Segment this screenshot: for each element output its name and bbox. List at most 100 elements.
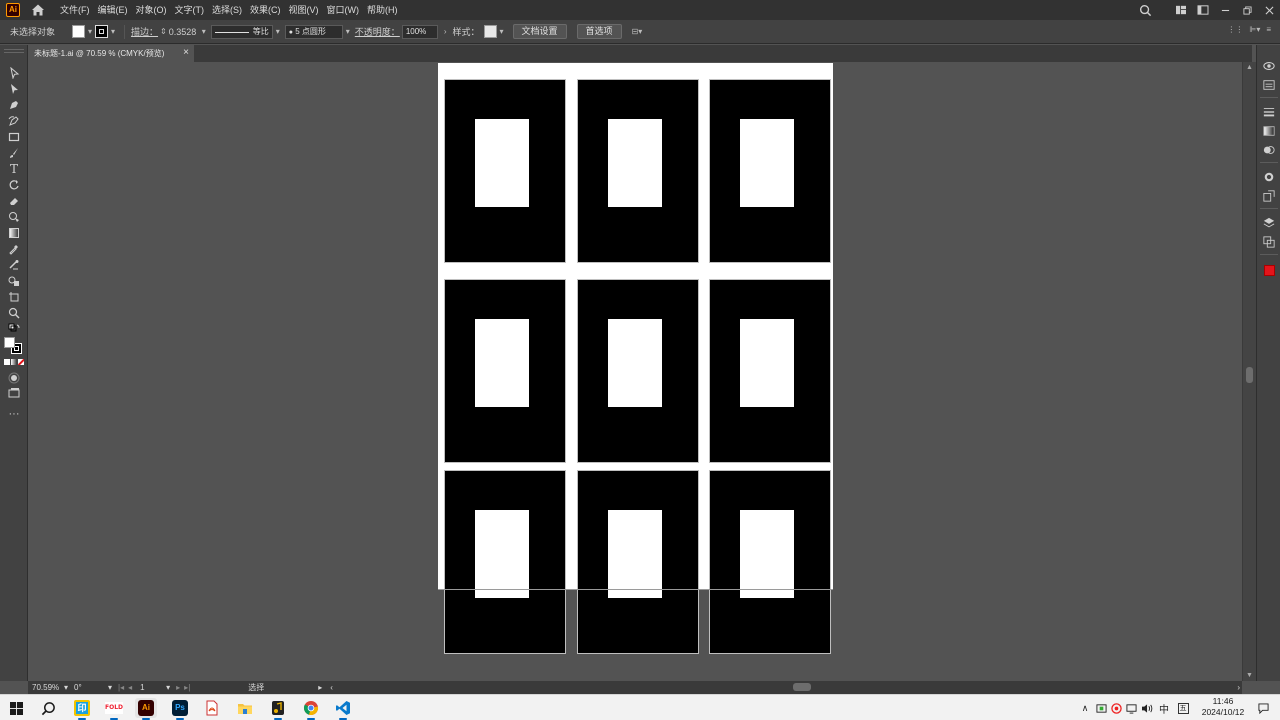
black-frame-tile[interactable] — [444, 79, 566, 263]
white-inner-rectangle[interactable] — [740, 119, 794, 207]
color-mode-icon[interactable] — [4, 359, 10, 365]
music-app-icon[interactable] — [267, 698, 289, 720]
tab-close-button[interactable]: × — [183, 47, 189, 58]
graphic-style-swatch[interactable] — [483, 25, 497, 38]
eraser-tool-icon[interactable] — [6, 194, 22, 208]
chevron-right-icon[interactable]: › — [444, 27, 447, 36]
screen-mode-icon[interactable] — [6, 386, 22, 400]
notification-icon[interactable] — [1254, 698, 1272, 718]
chevron-down-icon[interactable]: ▾ — [88, 27, 92, 36]
artboard-tool-icon[interactable] — [6, 290, 22, 304]
ime-language-indicator[interactable]: 中 — [1156, 698, 1172, 718]
zoom-tool-icon[interactable] — [6, 306, 22, 320]
zoom-level-field[interactable]: 70.59% — [32, 683, 64, 692]
arrange-documents-icon[interactable] — [1170, 0, 1192, 20]
transparency-panel-icon[interactable] — [1262, 143, 1276, 157]
black-frame-tile[interactable] — [709, 79, 831, 263]
hamburger-icon[interactable]: ≡ — [1266, 25, 1271, 34]
status-menu-icon[interactable]: ▸ — [318, 683, 322, 692]
menu-file[interactable]: 文件(F) — [56, 0, 94, 20]
preferences-button[interactable]: 首选项 — [576, 24, 622, 39]
asset-export-icon[interactable] — [1262, 189, 1276, 203]
last-artboard-icon[interactable]: ▸| — [184, 683, 190, 692]
gradient-panel-icon[interactable] — [1262, 124, 1276, 138]
white-inner-rectangle[interactable] — [740, 319, 794, 407]
chevron-down-icon[interactable]: ▾ — [166, 683, 170, 692]
fold-app-icon[interactable]: FOLD — [103, 698, 125, 720]
artboard-number-field[interactable]: 1 — [140, 683, 166, 692]
pdf-reader-icon[interactable] — [201, 698, 223, 718]
scroll-right-icon[interactable]: › — [1237, 683, 1240, 692]
tray-expand-icon[interactable]: ∧ — [1077, 698, 1093, 718]
black-frame-tile[interactable] — [709, 279, 831, 463]
menu-type[interactable]: 文字(T) — [171, 0, 209, 20]
shape-builder-tool-icon[interactable] — [6, 210, 22, 224]
black-frame-tile[interactable] — [709, 470, 831, 654]
black-frame-tile[interactable] — [444, 279, 566, 463]
scroll-left-icon[interactable]: ‹ — [330, 683, 333, 692]
swatch-library-icon[interactable] — [1262, 263, 1276, 277]
eyedropper-tool-icon[interactable] — [6, 242, 22, 256]
menu-select[interactable]: 选择(S) — [208, 0, 246, 20]
vertical-scroll-thumb[interactable] — [1246, 367, 1253, 383]
layers-panel-icon[interactable] — [1262, 216, 1276, 230]
align-options-icon[interactable]: ⊟▾ — [632, 27, 643, 36]
file-explorer-icon[interactable] — [234, 698, 256, 718]
type-tool-icon[interactable]: T — [6, 162, 22, 176]
opacity-label[interactable]: 不透明度： — [355, 25, 400, 38]
cc-libraries-icon[interactable] — [1262, 59, 1276, 73]
none-mode-icon[interactable] — [18, 359, 24, 365]
menu-edit[interactable]: 编辑(E) — [94, 0, 132, 20]
panel-menu-icon[interactable]: ⊫▾ — [1249, 25, 1260, 34]
first-artboard-icon[interactable]: |◂ — [118, 683, 124, 692]
menu-help[interactable]: 帮助(H) — [363, 0, 402, 20]
arrange-icon[interactable]: ⋮⋮ — [1227, 25, 1243, 34]
rotation-field[interactable]: 0° — [74, 683, 108, 692]
appearance-panel-icon[interactable] — [1262, 170, 1276, 184]
fill-swatch[interactable] — [72, 25, 85, 38]
black-frame-tile[interactable] — [577, 79, 699, 263]
curvature-tool-icon[interactable] — [6, 114, 22, 128]
tray-app-icon[interactable] — [1094, 698, 1108, 718]
rectangle-tool-icon[interactable] — [6, 130, 22, 144]
white-inner-rectangle[interactable] — [608, 510, 662, 598]
search-icon[interactable] — [1134, 0, 1156, 20]
direct-selection-tool-icon[interactable] — [6, 82, 22, 96]
chrome-icon[interactable] — [300, 698, 322, 720]
more-tools-icon[interactable]: ··· — [6, 407, 22, 421]
chevron-down-icon[interactable]: ▾ — [346, 27, 350, 36]
horizontal-scroll-thumb[interactable] — [793, 683, 811, 691]
workspace-switcher-icon[interactable] — [1192, 0, 1214, 20]
scroll-down-icon[interactable]: ▼ — [1246, 672, 1253, 679]
menu-window[interactable]: 窗口(W) — [323, 0, 364, 20]
notes-app-icon[interactable]: 印 — [71, 698, 93, 720]
properties-icon[interactable] — [1262, 78, 1276, 92]
stroke-weight-field[interactable]: 0.3528 — [169, 27, 199, 37]
minimize-icon[interactable] — [1214, 0, 1236, 20]
document-setup-button[interactable]: 文档设置 — [512, 24, 567, 39]
home-icon[interactable] — [30, 2, 46, 18]
stroke-swatch[interactable] — [95, 25, 109, 38]
search-icon[interactable] — [37, 698, 59, 718]
menu-object[interactable]: 对象(O) — [132, 0, 171, 20]
photoshop-icon[interactable]: Ps — [169, 698, 191, 720]
fill-stroke-selector[interactable] — [4, 337, 24, 355]
brush-dropdown[interactable]: ● 5 点圆形 — [284, 24, 343, 39]
black-frame-tile[interactable] — [577, 279, 699, 463]
gradient-tool-icon[interactable] — [6, 226, 22, 240]
document-tab[interactable]: 未标题-1.ai @ 70.59 % (CMYK/预览) × — [28, 45, 194, 62]
rotate-tool-icon[interactable] — [6, 178, 22, 192]
volume-icon[interactable] — [1139, 698, 1155, 718]
menu-view[interactable]: 视图(V) — [285, 0, 323, 20]
chevron-down-icon[interactable]: ▾ — [64, 683, 68, 692]
stroke-profile-dropdown[interactable]: 等比 — [210, 24, 273, 39]
vertical-scrollbar[interactable]: ▲ ▼ — [1242, 62, 1256, 681]
gradient-mode-icon[interactable] — [11, 359, 17, 365]
white-inner-rectangle[interactable] — [608, 319, 662, 407]
scroll-up-icon[interactable]: ▲ — [1246, 64, 1253, 71]
clock[interactable]: 11:46 2024/10/12 — [1196, 696, 1250, 718]
black-frame-tile[interactable] — [444, 470, 566, 654]
default-colors-icon[interactable] — [6, 322, 22, 336]
chevron-down-icon[interactable]: ▾ — [500, 27, 504, 36]
illustrator-logo[interactable]: Ai — [6, 3, 20, 17]
